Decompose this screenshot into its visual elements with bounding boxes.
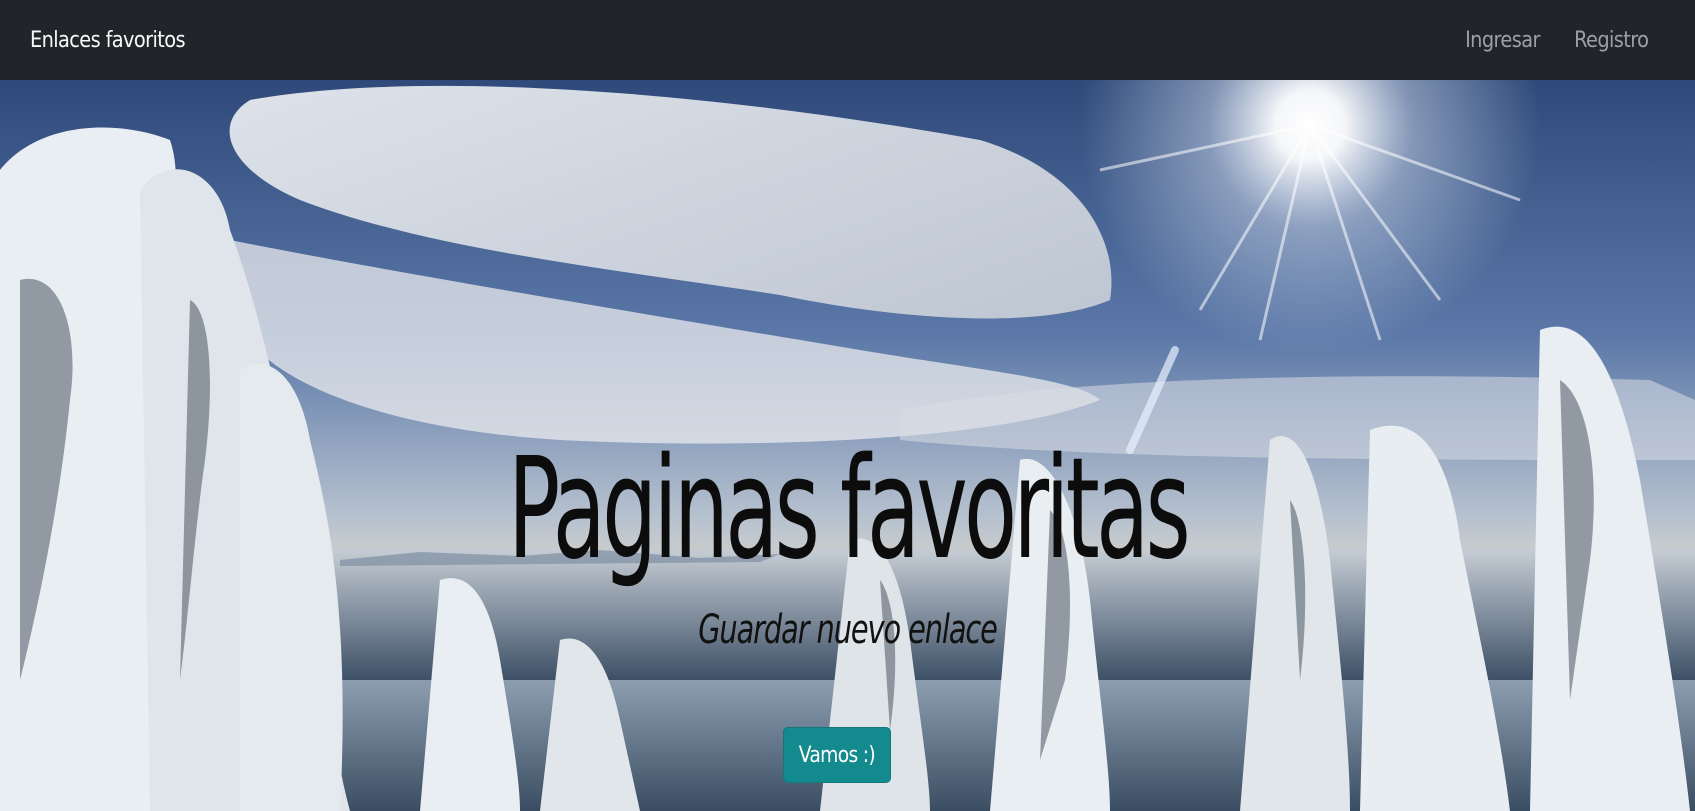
vamos-button[interactable]: Vamos :) [783,727,891,783]
nav-link-registro[interactable]: Registro [1574,28,1649,53]
hero-title: Paginas favoritas [507,428,1191,591]
hero-section: Paginas favoritas Guardar nuevo enlace V… [0,80,1695,811]
nav-links: Ingresar Registro [1460,28,1665,53]
top-navbar: Enlaces favoritos Ingresar Registro [0,0,1695,80]
hero-content: Paginas favoritas Guardar nuevo enlace V… [0,80,1695,811]
brand-link[interactable]: Enlaces favoritos [30,28,186,53]
hero-subtitle: Guardar nuevo enlace [698,607,998,653]
nav-link-ingresar[interactable]: Ingresar [1465,28,1540,53]
vamos-button-label: Vamos :) [798,742,876,768]
